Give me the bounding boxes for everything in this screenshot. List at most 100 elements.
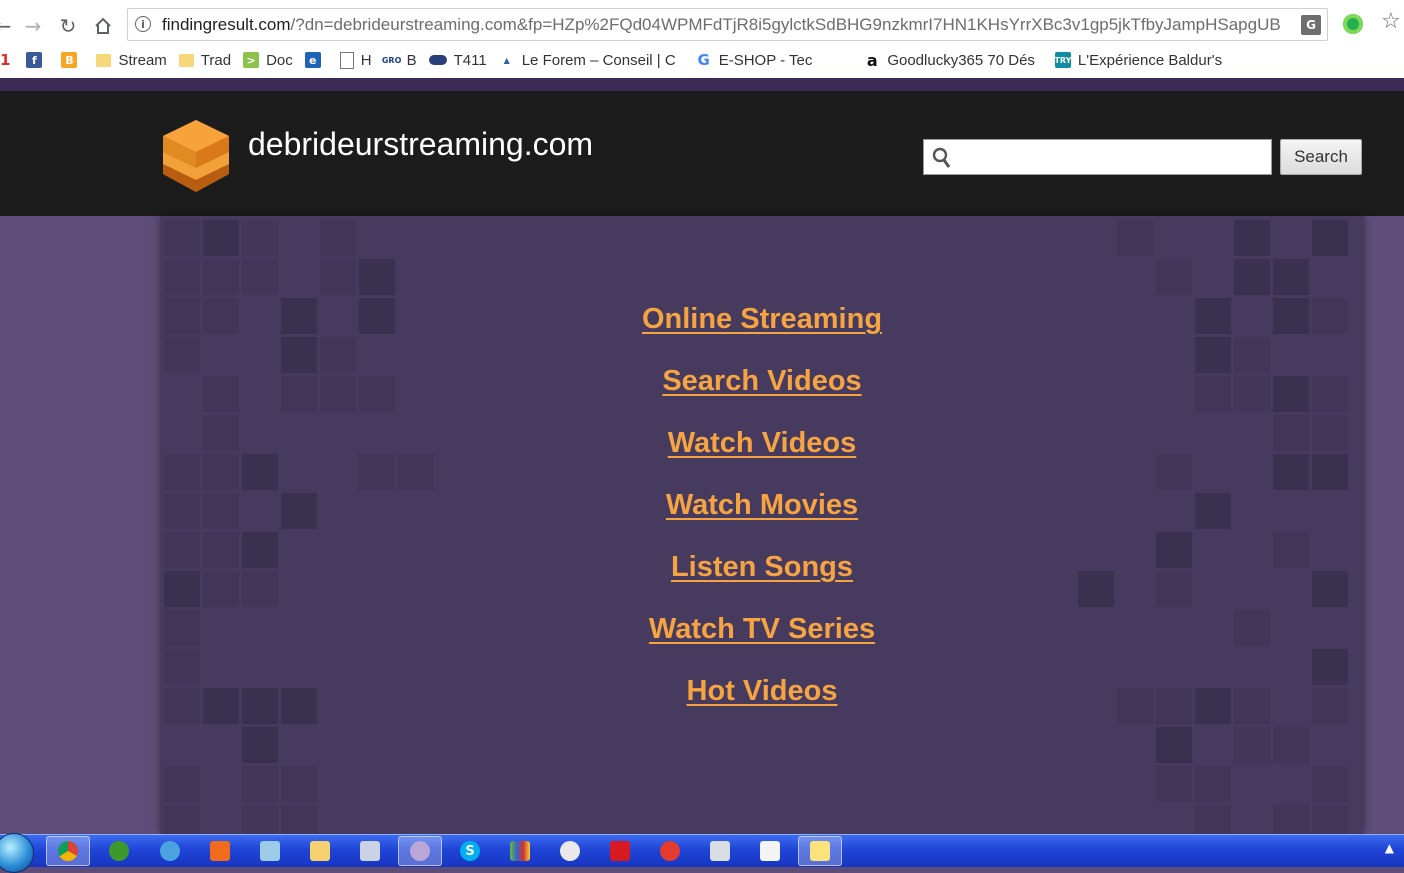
forward-icon[interactable]: → [18, 11, 48, 41]
bookmark-label: Stream [118, 51, 167, 69]
t411-icon [428, 55, 447, 65]
site-header: debrideurstreaming.com Search [0, 91, 1404, 216]
page-icon [339, 51, 354, 69]
link-watch-movies[interactable]: Watch Movies [160, 489, 1364, 522]
bookmark-h[interactable]: H [334, 47, 378, 73]
taskbar-thunderbird[interactable] [148, 836, 192, 866]
gmail-icon: 1 [0, 51, 11, 69]
bookmark-eshop[interactable]: G E-SHOP - Tec [690, 47, 819, 73]
taskbar-game[interactable] [648, 836, 692, 866]
url-host: findingresult.com [162, 15, 291, 34]
chrome-icon [58, 841, 78, 861]
bookmark-label: B [406, 51, 417, 69]
search-box[interactable] [923, 139, 1272, 175]
search-input[interactable] [954, 143, 1268, 171]
bookmark-gro[interactable]: GRO B [378, 47, 423, 73]
bookmark-gmail[interactable]: 1 [0, 47, 20, 73]
skype-icon: S [460, 841, 480, 861]
taskbar-app-orange[interactable] [198, 836, 242, 866]
site-logo-icon[interactable] [161, 118, 231, 194]
bookmark-label: Goodlucky365 70 Dés [887, 51, 1035, 69]
bookmark-doc[interactable]: > Doc [237, 47, 299, 73]
forem-icon: ▲ [498, 52, 515, 68]
bookmarks-bar: 1 f B Stream Trad > Doc e H GRO B T411 ▲… [0, 46, 1404, 74]
bookmark-t411[interactable]: T411 [423, 47, 493, 73]
baldur-icon: TRY [1054, 52, 1071, 68]
notepad-icon [760, 841, 780, 861]
link-online-streaming[interactable]: Online Streaming [160, 303, 1364, 336]
bookmark-star-icon[interactable]: ☆ [1381, 9, 1401, 34]
taskbar-notes[interactable] [248, 836, 292, 866]
bookmark-label: Doc [266, 51, 293, 69]
mail-icon [810, 841, 830, 861]
bookmark-label: E-SHOP - Tec [718, 51, 813, 69]
link-search-videos[interactable]: Search Videos [160, 365, 1364, 398]
media-icon [410, 841, 430, 861]
start-button-icon[interactable] [0, 833, 34, 873]
folder-icon [178, 53, 194, 67]
link-watch-videos[interactable]: Watch Videos [160, 427, 1364, 460]
notes-icon [260, 841, 280, 861]
avira-icon [610, 841, 630, 861]
taskbar-skype[interactable]: S [448, 836, 492, 866]
taskbar-network[interactable] [698, 836, 742, 866]
facebook-icon: f [26, 52, 43, 68]
tool-icon [560, 841, 580, 861]
taskbar-library[interactable] [498, 836, 542, 866]
amazon-icon: a [864, 51, 881, 70]
browser-toolbar: ← → ↻ i findingresult.com/?dn=debrideurs… [0, 0, 1404, 79]
search-button[interactable]: Search [1280, 139, 1362, 175]
translate-icon[interactable]: G [1301, 15, 1321, 35]
network-icon [710, 841, 730, 861]
taskbar-utorrent[interactable] [97, 836, 141, 866]
taskbar-chrome[interactable] [46, 836, 90, 866]
bookmark-stream[interactable]: Stream [90, 47, 172, 73]
link-hot-videos[interactable]: Hot Videos [160, 675, 1364, 708]
bookmark-goodlucky[interactable]: a Goodlucky365 70 Dés [858, 47, 1041, 73]
utorrent-icon [109, 841, 129, 861]
site-title[interactable]: debrideurstreaming.com [248, 126, 593, 163]
gro-icon: GRO [382, 52, 401, 68]
bookmark-b[interactable]: B [55, 47, 90, 73]
url-path: /?dn=debrideurstreaming.com&fp=HZp%2FQd0… [290, 15, 1281, 34]
bookmark-label: T411 [453, 51, 487, 69]
link-watch-tv-series[interactable]: Watch TV Series [160, 613, 1364, 646]
taskbar-media[interactable] [398, 836, 442, 866]
folder-icon [96, 53, 112, 67]
taskbar-explorer[interactable] [298, 836, 342, 866]
printer-icon [360, 841, 380, 861]
page-top-strip [0, 78, 1404, 91]
reload-icon[interactable]: ↻ [53, 11, 83, 41]
thunderbird-icon [160, 841, 180, 861]
bookmark-label: L'Expérience Baldur's [1077, 51, 1223, 69]
info-icon[interactable]: i [135, 16, 151, 32]
explorer-icon [310, 841, 330, 861]
app-icon: e [304, 52, 321, 68]
bookmark-app[interactable]: e [299, 47, 334, 73]
link-listen-songs[interactable]: Listen Songs [160, 551, 1364, 584]
taskbar-tool[interactable] [548, 836, 592, 866]
bookmark-facebook[interactable]: f [20, 47, 55, 73]
bookmark-forem[interactable]: ▲ Le Forem – Conseil | C [493, 47, 682, 73]
taskbar-avira[interactable] [598, 836, 642, 866]
home-icon[interactable] [88, 11, 118, 41]
taskbar: S ▲ [0, 833, 1404, 873]
bookmark-baldur[interactable]: TRY L'Expérience Baldur's [1049, 47, 1228, 73]
google-icon: G [695, 51, 712, 69]
taskbar-printer[interactable] [348, 836, 392, 866]
b-icon: B [61, 52, 78, 68]
bookmark-label: Trad [200, 51, 232, 69]
content-panel: Online Streaming Search Videos Watch Vid… [160, 216, 1364, 834]
back-icon[interactable]: ← [0, 11, 18, 41]
library-icon [510, 841, 530, 861]
search-icon [932, 147, 951, 168]
doc-icon: > [243, 52, 260, 68]
address-bar[interactable]: i findingresult.com/?dn=debrideurstreami… [127, 8, 1328, 41]
app-orange-icon [210, 841, 230, 861]
taskbar-notepad[interactable] [748, 836, 792, 866]
bookmark-trad[interactable]: Trad [173, 47, 237, 73]
taskbar-mail[interactable] [798, 836, 842, 866]
extension-icon[interactable] [1343, 14, 1363, 34]
url-text[interactable]: findingresult.com/?dn=debrideurstreaming… [162, 15, 1292, 35]
tray-expand-icon[interactable]: ▲ [1385, 841, 1394, 855]
